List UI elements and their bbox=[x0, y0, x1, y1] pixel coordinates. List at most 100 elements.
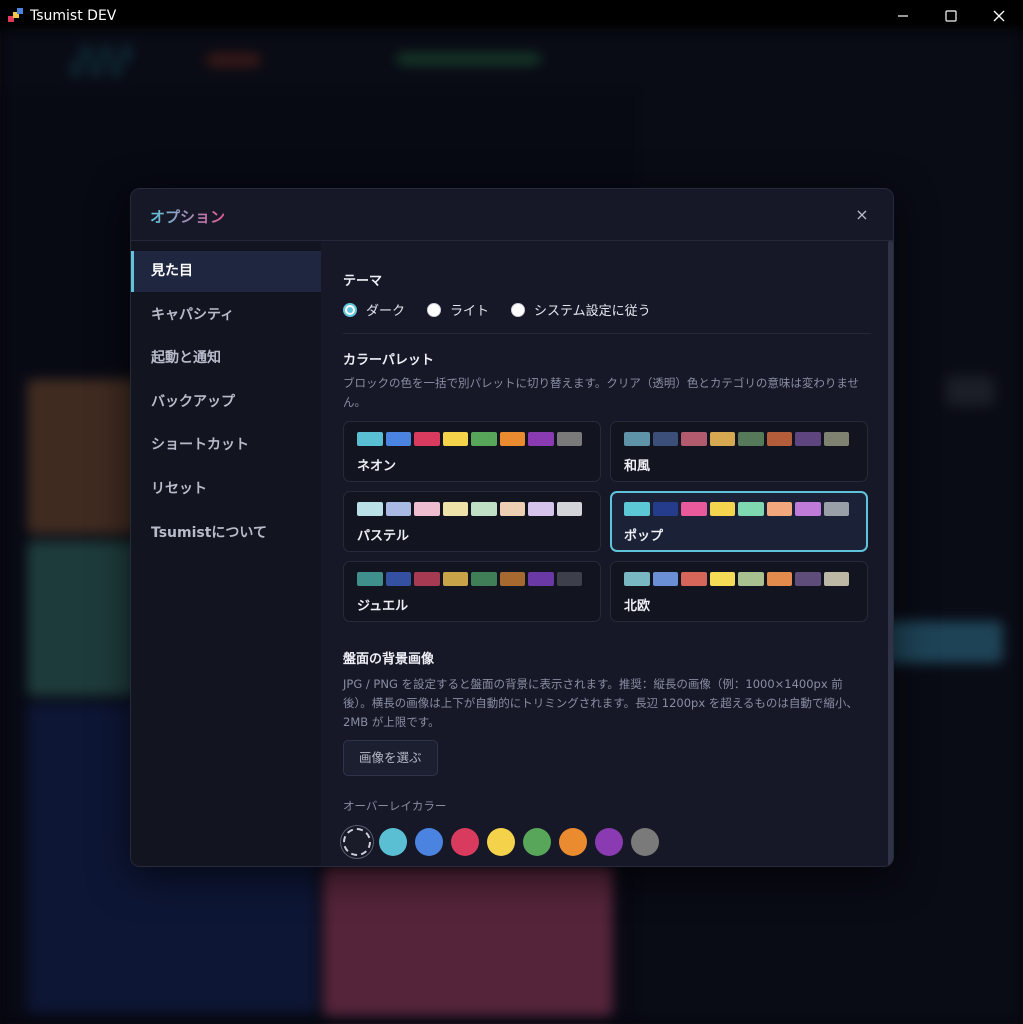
color-swatch bbox=[499, 572, 525, 586]
palette-section-title: カラーパレット bbox=[343, 353, 434, 368]
color-swatch bbox=[499, 502, 525, 516]
color-swatch bbox=[652, 432, 678, 446]
color-swatch bbox=[556, 502, 582, 516]
palette-card[interactable]: ポップ bbox=[610, 491, 868, 552]
close-icon bbox=[993, 10, 1005, 21]
color-swatch bbox=[357, 432, 383, 446]
color-swatch bbox=[528, 432, 554, 446]
color-swatch bbox=[681, 432, 707, 446]
options-content: テーマ ダーク ライト システム設定に従う カラーパレット ブロックの色を一括で… bbox=[321, 241, 893, 866]
palette-card[interactable]: パステル bbox=[343, 491, 601, 552]
palette-swatches bbox=[624, 432, 867, 446]
color-swatch bbox=[357, 502, 383, 516]
palette-swatches bbox=[357, 502, 600, 516]
color-swatch bbox=[624, 432, 650, 446]
color-swatch bbox=[414, 572, 440, 586]
palette-name: パステル bbox=[357, 529, 410, 544]
palette-name: 北欧 bbox=[624, 599, 651, 614]
radio-label: ダーク bbox=[366, 304, 406, 319]
palette-card[interactable]: 和風 bbox=[610, 421, 868, 482]
minimize-button[interactable] bbox=[879, 0, 927, 31]
color-swatch bbox=[471, 432, 497, 446]
options-sidebar: 見た目 キャパシティ 起動と通知 バックアップ ショートカット リセット Tsu… bbox=[131, 241, 321, 866]
maximize-icon bbox=[945, 9, 957, 22]
sidebar-item-capacity[interactable]: キャパシティ bbox=[131, 295, 321, 336]
color-swatch bbox=[528, 572, 554, 586]
overlay-color-option[interactable] bbox=[523, 828, 551, 856]
color-swatch bbox=[624, 572, 650, 586]
sidebar-item-about[interactable]: Tsumistについて bbox=[131, 513, 321, 554]
sidebar-item-appearance[interactable]: 見た目 bbox=[131, 251, 321, 292]
overlay-color-options bbox=[343, 828, 871, 856]
sidebar-item-reset[interactable]: リセット bbox=[131, 469, 321, 510]
color-swatch bbox=[823, 502, 849, 516]
color-swatch bbox=[357, 572, 383, 586]
color-swatch bbox=[471, 572, 497, 586]
dialog-title: オプション bbox=[150, 208, 226, 226]
content-scrollbar[interactable] bbox=[888, 241, 893, 866]
color-swatch bbox=[471, 502, 497, 516]
sidebar-item-startup-notifications[interactable]: 起動と通知 bbox=[131, 338, 321, 379]
color-swatch bbox=[414, 432, 440, 446]
overlay-color-option[interactable] bbox=[379, 828, 407, 856]
minimize-icon bbox=[898, 14, 908, 17]
sidebar-item-backup[interactable]: バックアップ bbox=[131, 382, 321, 423]
overlay-color-option[interactable] bbox=[559, 828, 587, 856]
overlay-color-label: オーバーレイカラー bbox=[343, 799, 447, 813]
theme-dark-radio[interactable]: ダーク bbox=[343, 300, 405, 319]
palette-card[interactable]: ネオン bbox=[343, 421, 601, 482]
theme-radio-group: ダーク ライト システム設定に従う bbox=[343, 300, 871, 319]
color-swatch bbox=[528, 502, 554, 516]
color-swatch bbox=[766, 432, 792, 446]
color-swatch bbox=[624, 502, 650, 516]
theme-system-radio[interactable]: システム設定に従う bbox=[511, 300, 651, 319]
dialog-header: オプション × bbox=[131, 189, 893, 241]
color-swatch bbox=[823, 572, 849, 586]
sidebar-item-shortcuts[interactable]: ショートカット bbox=[131, 425, 321, 466]
radio-indicator bbox=[343, 302, 357, 317]
color-swatch bbox=[738, 572, 764, 586]
palette-card[interactable]: 北欧 bbox=[610, 561, 868, 622]
maximize-button[interactable] bbox=[927, 0, 975, 31]
color-swatch bbox=[442, 432, 468, 446]
palette-name: ジュエル bbox=[357, 599, 409, 614]
color-swatch bbox=[766, 502, 792, 516]
overlay-color-option[interactable] bbox=[415, 828, 443, 856]
radio-label: ライト bbox=[450, 304, 490, 319]
color-swatch bbox=[709, 432, 735, 446]
close-window-button[interactable] bbox=[975, 0, 1023, 31]
palette-grid: ネオン 和風パステル ポップジュエル 北欧 bbox=[343, 421, 871, 622]
palette-swatches bbox=[357, 432, 600, 446]
color-swatch bbox=[795, 572, 821, 586]
palette-name: ポップ bbox=[624, 529, 664, 544]
choose-image-button[interactable]: 画像を選ぶ bbox=[343, 740, 438, 776]
color-swatch bbox=[385, 432, 411, 446]
dialog-close-button[interactable]: × bbox=[851, 204, 873, 226]
color-swatch bbox=[556, 432, 582, 446]
radio-label: システム設定に従う bbox=[534, 304, 651, 319]
color-swatch bbox=[652, 502, 678, 516]
overlay-color-none[interactable] bbox=[343, 828, 371, 856]
overlay-color-option[interactable] bbox=[487, 828, 515, 856]
window-titlebar: Tsumist DEV bbox=[0, 0, 1023, 31]
background-image-section-title: 盤面の背景画像 bbox=[343, 652, 435, 667]
palette-card[interactable]: ジュエル bbox=[343, 561, 601, 622]
theme-light-radio[interactable]: ライト bbox=[427, 300, 489, 319]
color-swatch bbox=[823, 432, 849, 446]
overlay-color-option[interactable] bbox=[595, 828, 623, 856]
window-title: Tsumist DEV bbox=[30, 7, 117, 24]
palette-name: ネオン bbox=[357, 459, 397, 474]
overlay-color-option[interactable] bbox=[451, 828, 479, 856]
palette-swatches bbox=[624, 572, 867, 586]
color-swatch bbox=[499, 432, 525, 446]
color-swatch bbox=[385, 572, 411, 586]
color-swatch bbox=[795, 432, 821, 446]
options-dialog: オプション × 見た目 キャパシティ 起動と通知 バックアップ ショートカット … bbox=[130, 188, 894, 867]
color-swatch bbox=[709, 572, 735, 586]
color-swatch bbox=[738, 432, 764, 446]
overlay-color-option[interactable] bbox=[631, 828, 659, 856]
palette-description: ブロックの色を一括で別パレットに切り替えます。クリア（透明）色とカテゴリの意味は… bbox=[343, 376, 859, 409]
app-icon bbox=[8, 7, 24, 24]
window-controls bbox=[879, 0, 1023, 31]
color-swatch bbox=[414, 502, 440, 516]
